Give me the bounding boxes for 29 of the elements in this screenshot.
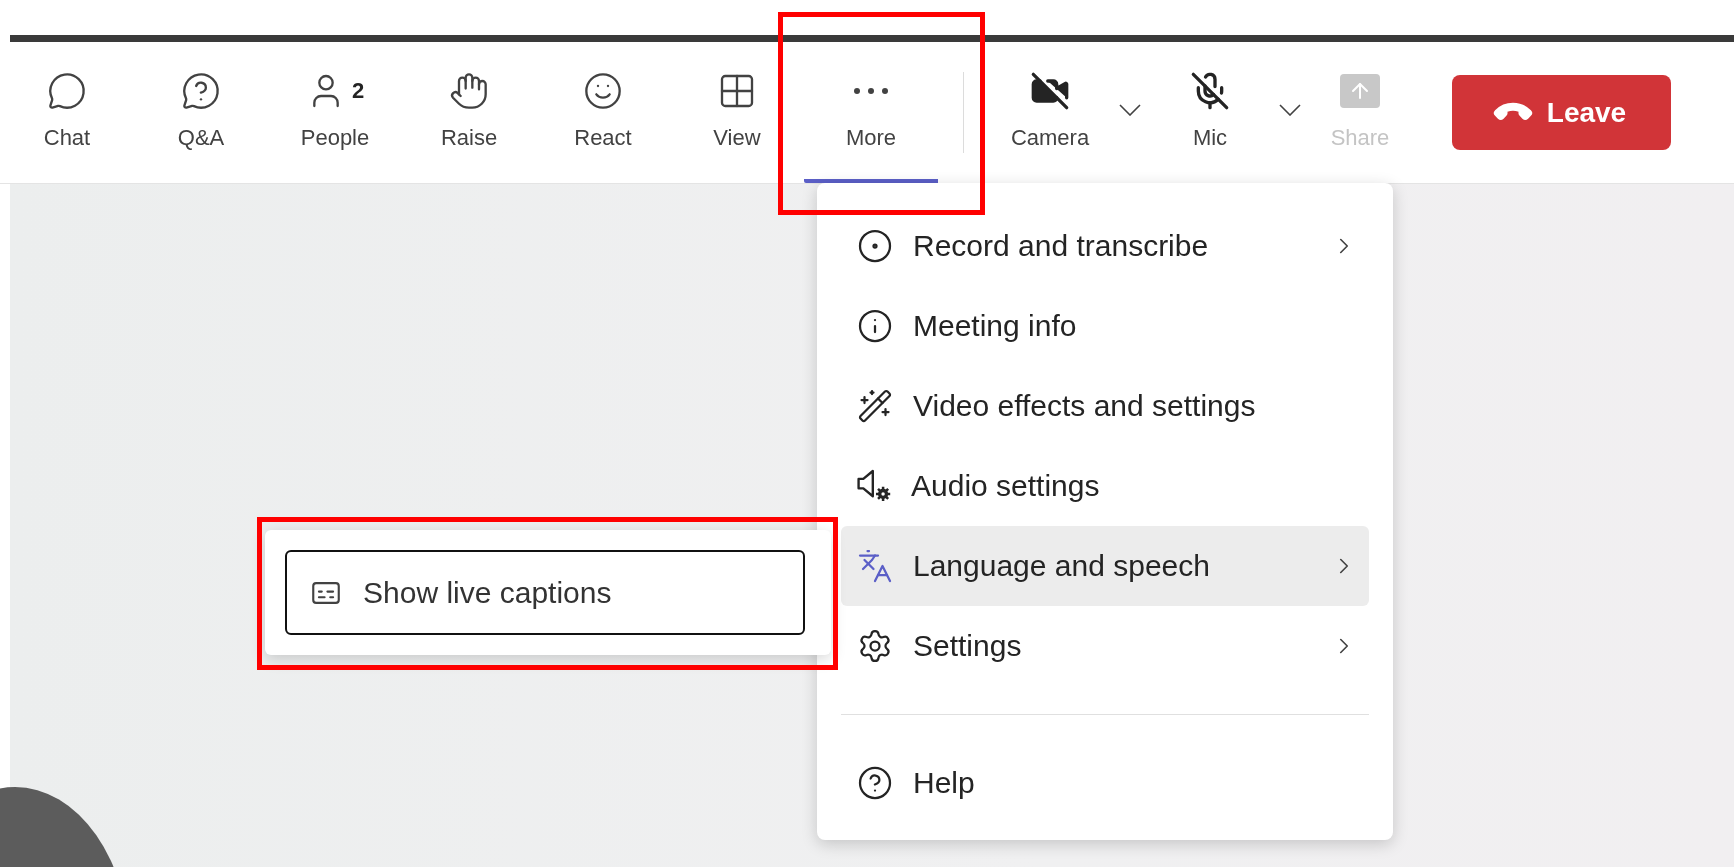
participant-count: 2: [351, 77, 365, 104]
toolbar-button[interactable]: View: [670, 42, 804, 183]
chevron-down-icon: [1279, 103, 1301, 116]
record-icon: [857, 228, 893, 264]
share-icon: [1340, 73, 1380, 108]
toolbar-button[interactable]: Camera: [990, 42, 1110, 183]
mic-off-icon: [1190, 70, 1230, 111]
leave-button[interactable]: Leave: [1452, 75, 1671, 150]
question-bubble-icon: [181, 70, 221, 111]
menu-item[interactable]: Language and speech: [841, 526, 1369, 606]
toolbar-button[interactable]: React: [536, 42, 670, 183]
magic-wand-icon: [857, 388, 893, 424]
language-icon: [857, 548, 893, 584]
toolbar-button[interactable]: Q&A: [134, 42, 268, 183]
settings-icon: [857, 628, 893, 664]
chevron-down-icon: [1119, 103, 1141, 116]
hand-icon: [449, 70, 489, 111]
smiley-icon: [583, 70, 623, 111]
help-icon: [857, 765, 893, 801]
chat-icon: [47, 70, 87, 111]
toolbar-button[interactable]: Chat: [0, 42, 134, 183]
camera-off-icon: [1030, 70, 1070, 111]
ellipsis-icon: [854, 87, 888, 94]
menu-item[interactable]: Show live captions: [285, 550, 805, 635]
info-icon: [857, 308, 893, 344]
speaker-icon: [857, 469, 891, 503]
toolbar-button[interactable]: 2 People: [268, 42, 402, 183]
toolbar-button[interactable]: Mic: [1150, 42, 1270, 183]
toolbar-button[interactable]: Raise: [402, 42, 536, 183]
